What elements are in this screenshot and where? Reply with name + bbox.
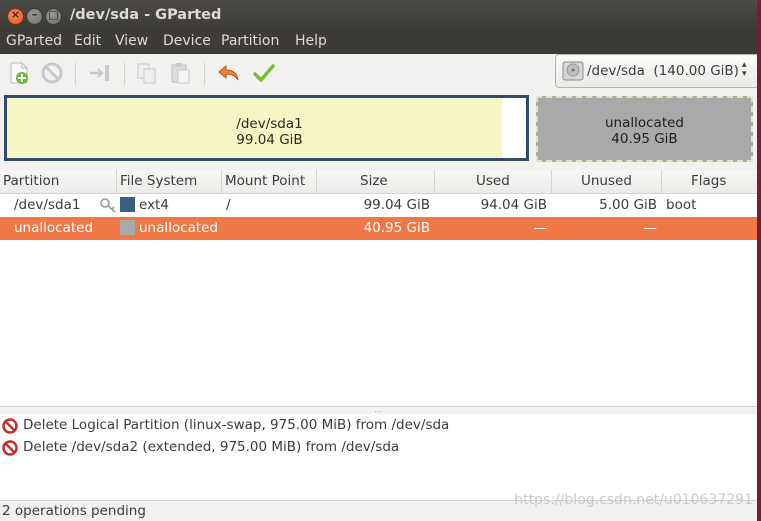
used-cell: — — [533, 220, 548, 236]
maximize-icon: □ — [48, 8, 59, 21]
size-cell: 40.95 GiB — [363, 220, 430, 236]
gparted-window: × – □ /dev/sda - GParted GParted Edit Vi… — [0, 0, 757, 521]
hard-disk-icon — [562, 61, 584, 81]
column-header-flags[interactable]: Flags — [662, 170, 757, 193]
menu-view[interactable]: View — [115, 33, 148, 49]
menu-partition[interactable]: Partition — [221, 33, 279, 49]
partition-table: Partition File System Mount Point Size U… — [0, 170, 757, 406]
mount-point-cell: / — [226, 197, 231, 213]
table-header: Partition File System Mount Point Size U… — [0, 170, 757, 194]
partition-name-label: unallocated — [604, 115, 684, 131]
table-row[interactable]: /dev/sda1 ext4 / 99.04 GiB 94.04 GiB 5.0… — [0, 194, 757, 217]
partition-size-label: 99.04 GiB — [236, 132, 303, 148]
disk-map-unallocated[interactable]: unallocated 40.95 GiB — [536, 96, 753, 162]
column-header-mount-point[interactable]: Mount Point — [222, 170, 317, 193]
column-header-used[interactable]: Used — [435, 170, 552, 193]
filesystem-color-swatch — [120, 220, 135, 235]
new-partition-icon[interactable] — [7, 61, 31, 85]
partition-name-label: /dev/sda1 — [236, 116, 303, 132]
close-window-button[interactable]: × — [7, 8, 24, 25]
unused-cell: 5.00 GiB — [599, 197, 657, 213]
operation-text: Delete Logical Partition (linux-swap, 97… — [23, 417, 450, 433]
column-header-partition[interactable]: Partition — [0, 170, 117, 193]
menu-edit[interactable]: Edit — [74, 33, 101, 49]
disk-map-partition-sda1[interactable]: /dev/sda1 99.04 GiB — [4, 95, 529, 161]
delete-operation-icon — [2, 440, 18, 456]
toolbar-separator — [124, 63, 125, 85]
filesystem-cell: unallocated — [139, 220, 219, 236]
minimize-icon: – — [31, 8, 38, 21]
column-header-size[interactable]: Size — [317, 170, 435, 193]
undo-icon[interactable] — [217, 61, 241, 85]
copy-icon[interactable] — [135, 61, 159, 85]
operation-item[interactable]: Delete Logical Partition (linux-swap, 97… — [0, 415, 757, 437]
column-header-file-system[interactable]: File System — [117, 170, 222, 193]
delete-icon[interactable] — [40, 61, 64, 85]
table-row-selected[interactable]: unallocated unallocated 40.95 GiB — — — [0, 217, 757, 240]
apply-icon[interactable] — [252, 61, 276, 85]
column-header-unused[interactable]: Unused — [552, 170, 662, 193]
close-icon: × — [10, 8, 21, 21]
operation-text: Delete /dev/sda2 (extended, 975.00 MiB) … — [23, 439, 400, 455]
disk-map: /dev/sda1 99.04 GiB unallocated 40.95 Gi… — [0, 92, 757, 170]
used-cell: 94.04 GiB — [480, 197, 547, 213]
filesystem-cell: ext4 — [139, 197, 169, 213]
device-selector-label: /dev/sda (140.00 GiB) — [587, 63, 739, 79]
flags-cell: boot — [666, 197, 697, 213]
menu-bar: GParted Edit View Device Partition Help — [0, 32, 757, 54]
chevron-up-down-icon: ▴ ▾ — [742, 60, 747, 79]
key-icon — [100, 198, 116, 213]
partition-cell: /dev/sda1 — [14, 197, 81, 213]
menu-help[interactable]: Help — [295, 33, 327, 49]
maximize-window-button[interactable]: □ — [45, 8, 62, 25]
partition-cell: unallocated — [14, 220, 94, 236]
toolbar-separator — [204, 63, 205, 85]
paste-icon[interactable] — [168, 61, 192, 85]
watermark: https://blog.csdn.net/u010637291 — [514, 492, 753, 508]
pending-operations-list: Delete Logical Partition (linux-swap, 97… — [0, 414, 757, 500]
operation-item[interactable]: Delete /dev/sda2 (extended, 975.00 MiB) … — [0, 437, 757, 459]
minimize-window-button[interactable]: – — [26, 8, 43, 25]
menu-device[interactable]: Device — [163, 33, 211, 49]
menu-gparted[interactable]: GParted — [6, 33, 62, 49]
title-bar: × – □ /dev/sda - GParted — [0, 0, 757, 32]
delete-operation-icon — [2, 418, 18, 434]
filesystem-color-swatch — [120, 197, 135, 212]
size-cell: 99.04 GiB — [363, 197, 430, 213]
unused-cell: — — [643, 220, 658, 236]
window-title: /dev/sda - GParted — [70, 7, 222, 23]
device-selector[interactable]: /dev/sda (140.00 GiB) ▴ ▾ — [555, 54, 757, 88]
resize-move-icon[interactable] — [88, 61, 112, 85]
status-text: 2 operations pending — [2, 503, 146, 519]
toolbar-separator — [75, 63, 76, 85]
window-edge — [757, 0, 761, 521]
partition-size-label: 40.95 GiB — [611, 131, 678, 147]
